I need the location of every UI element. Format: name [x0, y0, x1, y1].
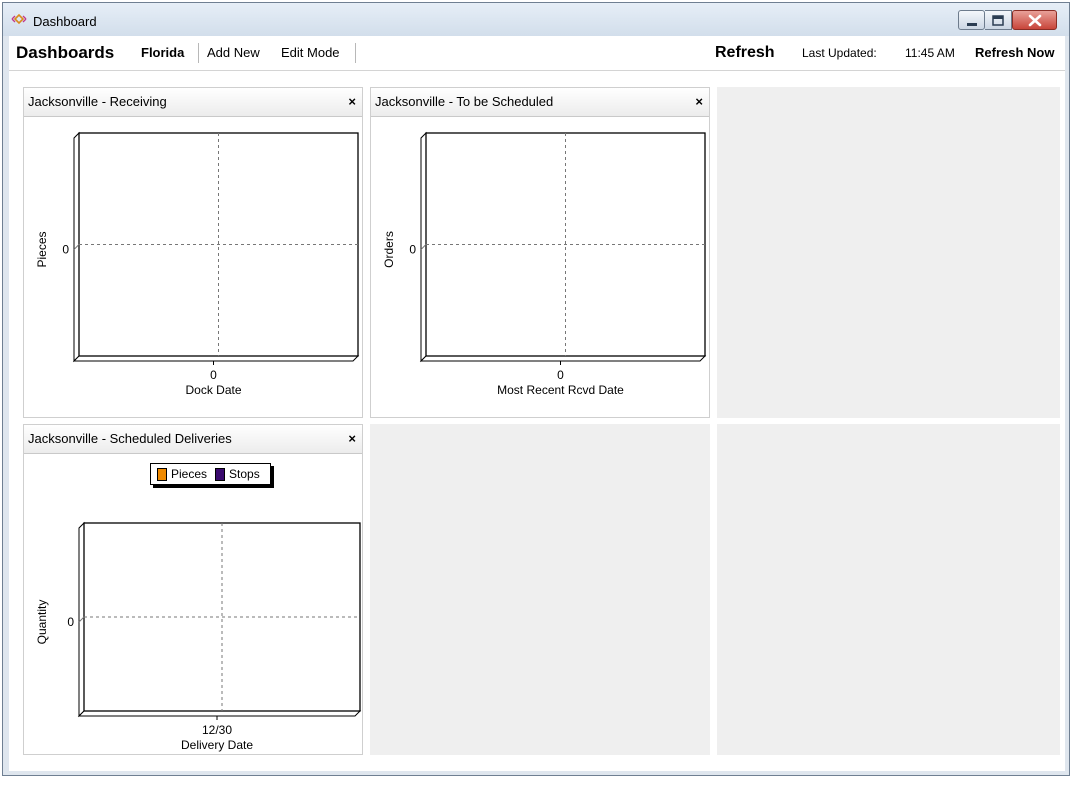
x-axis-title: Delivery Date [181, 738, 253, 752]
edit-mode-button[interactable]: Edit Mode [281, 36, 340, 70]
to-be-scheduled-chart: 00Most Recent Rcvd DateOrders [382, 131, 707, 397]
chart-depth-floor [77, 710, 362, 717]
last-updated-label: Last Updated: [802, 46, 877, 60]
x-axis-title: Dock Date [185, 383, 241, 397]
x-tick-label: 12/30 [202, 723, 232, 737]
last-updated-time: 11:45 AM [905, 46, 955, 60]
widget-title: Jacksonville - Scheduled Deliveries [28, 431, 232, 446]
y-axis-title: Orders [382, 231, 396, 268]
maximize-icon [992, 15, 1004, 26]
y-axis-title: Pieces [35, 231, 49, 267]
y-axis-title: Quantity [35, 600, 49, 645]
empty-widget-slot[interactable] [717, 87, 1060, 418]
minimize-icon [967, 23, 977, 26]
dashboard-selector-florida[interactable]: Florida [141, 36, 184, 70]
widget-close-button[interactable]: × [348, 88, 356, 116]
chart-depth-floor [419, 355, 707, 362]
y-tick-label: 0 [62, 243, 69, 257]
empty-widget-slot[interactable] [370, 424, 710, 755]
widget-receiving: Jacksonville - Receiving × 0 0 Dock Date Pi… [23, 87, 363, 418]
refresh-now-button[interactable]: Refresh Now [975, 36, 1054, 70]
widget-title: Jacksonville - Receiving [28, 94, 167, 109]
widget-header[interactable]: Jacksonville - To be Scheduled × [371, 88, 709, 117]
title-bar[interactable]: Dashboard [3, 3, 1069, 36]
widget-title: Jacksonville - To be Scheduled [375, 94, 554, 109]
widget-to-be-scheduled: Jacksonville - To be Scheduled × 0 0 Most … [370, 87, 710, 418]
client-area: Dashboards Florida Add New Edit Mode Ref… [9, 36, 1065, 771]
x-axis-title: Most Recent Rcvd Date [497, 383, 624, 397]
minimize-button[interactable] [958, 10, 985, 30]
x-tick-label: 0 [210, 368, 217, 382]
widget-header[interactable]: Jacksonville - Scheduled Deliveries × [24, 425, 362, 454]
dashboard-toolbar: Dashboards Florida Add New Edit Mode Ref… [9, 36, 1065, 71]
receiving-chart: 00Dock DatePieces [35, 131, 360, 397]
widget-close-button[interactable]: × [695, 88, 703, 116]
dashboard-grid: Jacksonville - Receiving × 0 0 Dock Date Pi… [15, 79, 1061, 755]
widget-close-button[interactable]: × [348, 425, 356, 453]
add-new-button[interactable]: Add New [207, 36, 260, 70]
refresh-heading: Refresh [715, 44, 775, 61]
maximize-button[interactable] [985, 10, 1012, 30]
empty-widget-slot[interactable] [717, 424, 1060, 755]
x-tick-label: 0 [557, 368, 564, 382]
dashboard-window: Dashboard Dashboards Florida Add New Edi… [2, 2, 1070, 776]
y-tick-label: 0 [409, 243, 416, 257]
close-icon [1028, 14, 1042, 27]
chart-depth-floor [72, 355, 360, 362]
toolbar-divider [355, 43, 356, 63]
widget-scheduled-deliveries: Jacksonville - Scheduled Deliveries × Pi… [23, 424, 363, 755]
scheduled-deliveries-chart: 0 12/30Delivery Date Quantity [35, 521, 362, 752]
y-tick-label: 0 [67, 615, 74, 629]
toolbar-divider [198, 43, 199, 63]
dashboards-heading: Dashboards [16, 43, 115, 62]
app-logo-icon [11, 13, 27, 25]
close-window-button[interactable] [1012, 10, 1057, 30]
widget-header[interactable]: Jacksonville - Receiving × [24, 88, 362, 117]
window-title: Dashboard [33, 14, 97, 29]
